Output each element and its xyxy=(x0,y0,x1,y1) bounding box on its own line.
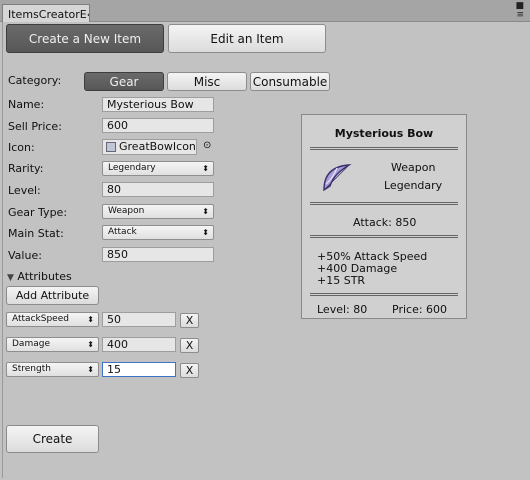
window-controls[interactable]: ■ ≡ xyxy=(515,2,524,20)
create-new-item-tab[interactable]: Create a New Item xyxy=(6,24,164,53)
attribute-value-field-3[interactable]: 15 xyxy=(102,362,176,377)
dropdown-arrow-icon: ⬍ xyxy=(202,207,209,216)
sprite-icon xyxy=(106,142,116,152)
rarity-value: Legendary xyxy=(108,163,156,173)
main-stat-dropdown[interactable]: Attack ⬍ xyxy=(102,225,214,240)
category-gear-button[interactable]: Gear xyxy=(84,72,164,91)
category-consumable-button[interactable]: Consumable xyxy=(250,72,330,91)
preview-divider xyxy=(310,293,458,296)
main-stat-value: Attack xyxy=(108,227,137,237)
level-label: Level: xyxy=(8,184,41,197)
bow-icon xyxy=(323,164,352,192)
preview-divider xyxy=(310,235,458,238)
attribute-stat-value: Strength xyxy=(12,364,51,374)
item-preview-panel: Mysterious Bow Weapon Legendary Attack: … xyxy=(301,114,467,319)
foldout-arrow-icon[interactable]: ▼ xyxy=(7,273,14,283)
level-field[interactable]: 80 xyxy=(102,182,214,197)
dropdown-arrow-icon: ⬍ xyxy=(87,315,94,324)
category-misc-button[interactable]: Misc xyxy=(167,72,247,91)
preview-title: Mysterious Bow xyxy=(334,127,434,140)
attribute-stat-dropdown-1[interactable]: AttackSpeed ⬍ xyxy=(6,312,99,327)
window-tab-bar: ItemsCreatorE‹ ■ ≡ xyxy=(0,0,530,23)
icon-field-value: GreatBowIcon xyxy=(119,140,196,153)
dropdown-arrow-icon: ⬍ xyxy=(202,228,209,237)
preview-price: Price: 600 xyxy=(392,303,448,316)
icon-object-field[interactable]: GreatBowIcon xyxy=(102,139,197,155)
attributes-label: Attributes xyxy=(17,270,72,283)
edit-item-tab[interactable]: Edit an Item xyxy=(168,24,326,53)
add-attribute-button[interactable]: Add Attribute xyxy=(6,286,99,305)
dropdown-arrow-icon: ⬍ xyxy=(87,365,94,374)
create-button[interactable]: Create xyxy=(6,425,99,453)
attribute-stat-dropdown-2[interactable]: Damage ⬍ xyxy=(6,337,99,352)
gear-type-label: Gear Type: xyxy=(8,206,68,219)
menu-icon[interactable]: ≡ xyxy=(515,11,524,20)
icon-label: Icon: xyxy=(8,141,35,154)
rarity-label: Rarity: xyxy=(8,162,44,175)
dropdown-arrow-icon: ⬍ xyxy=(202,164,209,173)
attributes-foldout[interactable]: ▼ Attributes xyxy=(7,270,72,283)
gear-type-dropdown[interactable]: Weapon ⬍ xyxy=(102,204,214,219)
sell-price-field[interactable]: 600 xyxy=(102,118,214,133)
dropdown-arrow-icon: ⬍ xyxy=(87,340,94,349)
main-stat-label: Main Stat: xyxy=(8,227,64,240)
preview-attribute-line: +15 STR xyxy=(317,274,366,287)
remove-attribute-button-2[interactable]: X xyxy=(180,338,199,353)
rarity-dropdown[interactable]: Legendary ⬍ xyxy=(102,161,214,176)
editor-content: Create a New Item Edit an Item Category:… xyxy=(2,22,529,478)
attribute-stat-value: Damage xyxy=(12,339,50,349)
remove-attribute-button-3[interactable]: X xyxy=(180,363,199,378)
attribute-stat-value: AttackSpeed xyxy=(12,314,69,324)
attribute-value-field-1[interactable]: 50 xyxy=(102,312,176,327)
value-label: Value: xyxy=(8,249,42,262)
preview-level: Level: 80 xyxy=(317,303,368,316)
preview-divider xyxy=(310,147,458,150)
attribute-stat-dropdown-3[interactable]: Strength ⬍ xyxy=(6,362,99,377)
value-field[interactable]: 850 xyxy=(102,247,214,262)
remove-attribute-button-1[interactable]: X xyxy=(180,313,199,328)
preview-divider xyxy=(310,202,458,205)
name-label: Name: xyxy=(8,98,45,111)
object-picker-icon[interactable]: ⊙ xyxy=(203,140,211,151)
category-label: Category: xyxy=(8,74,62,87)
gear-type-value: Weapon xyxy=(108,206,145,216)
name-field[interactable]: Mysterious Bow xyxy=(102,97,214,112)
sell-price-label: Sell Price: xyxy=(8,120,62,133)
preview-type: Weapon xyxy=(391,161,436,174)
preview-main-stat: Attack: 850 xyxy=(353,216,417,229)
window-tab[interactable]: ItemsCreatorE‹ xyxy=(2,4,90,23)
attribute-value-field-2[interactable]: 400 xyxy=(102,337,176,352)
preview-rarity: Legendary xyxy=(384,179,443,192)
